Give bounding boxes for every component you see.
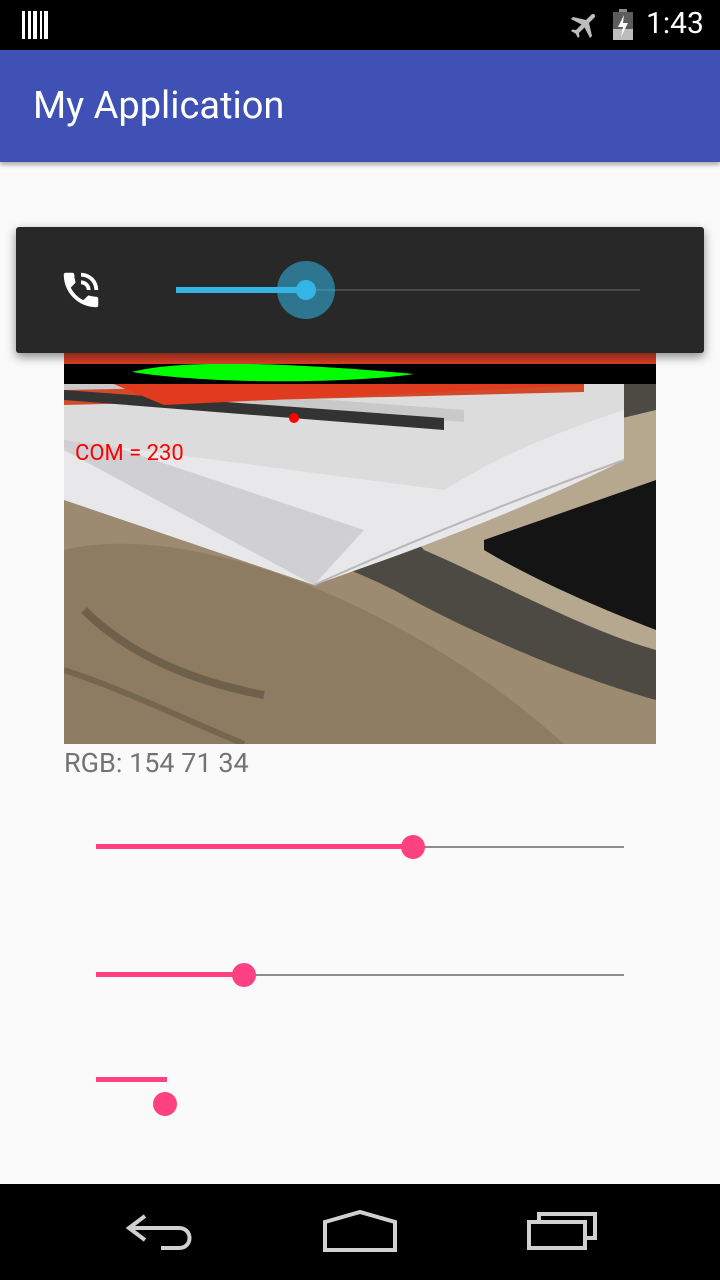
seekbar-thumb[interactable] bbox=[153, 1092, 177, 1116]
volume-dialog bbox=[16, 227, 704, 353]
seekbar-3[interactable] bbox=[96, 1060, 624, 1116]
seekbar-thumb[interactable] bbox=[401, 835, 425, 859]
back-button[interactable] bbox=[105, 1198, 215, 1268]
recents-button[interactable] bbox=[505, 1198, 615, 1268]
seekbar-1[interactable] bbox=[96, 827, 624, 867]
status-bar: 1:43 bbox=[0, 0, 720, 50]
seekbar-progress bbox=[96, 972, 244, 977]
status-time: 1:43 bbox=[646, 6, 704, 41]
battery-charging-icon bbox=[613, 9, 633, 40]
phone-in-call-icon bbox=[63, 272, 99, 308]
rgb-label: RGB: 154 71 34 bbox=[64, 747, 249, 779]
seekbar-progress bbox=[96, 1077, 167, 1082]
back-icon bbox=[125, 1214, 192, 1250]
home-icon bbox=[323, 1209, 397, 1252]
camera-preview bbox=[64, 350, 656, 744]
navigation-bar bbox=[0, 1184, 720, 1280]
camera-frame-image bbox=[64, 350, 656, 744]
airplane-mode-icon bbox=[570, 13, 596, 39]
seekbar-2[interactable] bbox=[96, 955, 624, 995]
seekbar-progress bbox=[96, 844, 413, 849]
seekbar-thumb[interactable] bbox=[232, 963, 256, 987]
app-bar: My Application bbox=[0, 50, 720, 162]
barcode-icon bbox=[22, 11, 48, 39]
home-button[interactable] bbox=[305, 1198, 415, 1268]
com-label: COM = 230 bbox=[75, 441, 184, 466]
app-title: My Application bbox=[33, 84, 285, 128]
recents-icon bbox=[527, 1212, 597, 1250]
volume-thumb[interactable] bbox=[296, 280, 316, 300]
